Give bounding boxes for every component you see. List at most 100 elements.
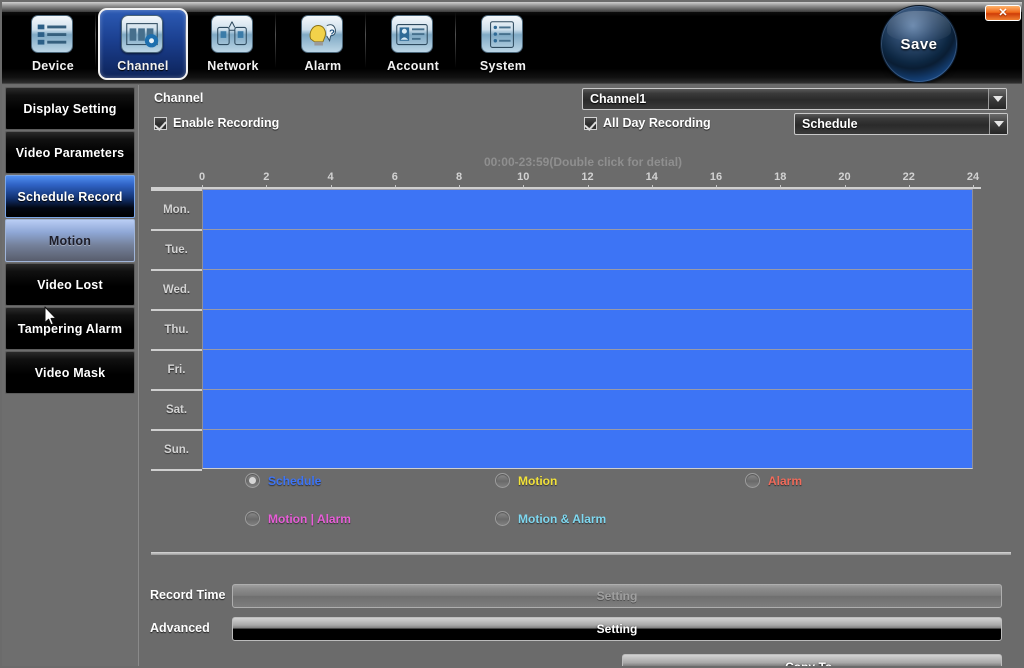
schedule-day-label: Sat. <box>151 389 202 429</box>
schedule-block[interactable] <box>203 270 972 309</box>
radio-icon[interactable] <box>745 473 760 488</box>
sidebar-item-label: Schedule Record <box>17 189 123 204</box>
copy-to-button[interactable]: Copy To.. <box>622 654 1002 668</box>
close-button[interactable]: ✕ <box>985 5 1021 21</box>
tab-network[interactable]: Network <box>188 8 278 80</box>
legend-radio-motion-alarm[interactable]: Motion & Alarm <box>495 511 606 526</box>
schedule-block[interactable] <box>203 230 972 269</box>
ruler-tick-label: 0 <box>198 171 206 183</box>
advanced-setting-label: Setting <box>596 622 638 636</box>
top-toolbar: Device Channel Network? Alarm Account System … <box>2 2 1022 84</box>
advanced-label: Advanced <box>150 621 210 635</box>
ruler-tick-label: 20 <box>838 171 851 183</box>
sidebar-item-tampering-alarm[interactable]: Tampering Alarm <box>5 307 135 350</box>
checkbox-icon[interactable] <box>584 116 597 130</box>
device-list-icon <box>31 15 75 55</box>
ruler-tick-label: 16 <box>709 171 723 183</box>
schedule-day-label: Sun. <box>151 429 202 469</box>
channel-select[interactable]: Channel1 <box>582 88 1007 110</box>
system-list-icon <box>481 15 525 55</box>
schedule-day-track[interactable] <box>202 389 973 429</box>
legend-radio-motion[interactable]: Motion <box>495 473 557 488</box>
all-day-recording-checkbox[interactable]: All Day Recording <box>584 116 711 130</box>
advanced-setting-button[interactable]: Setting <box>232 617 1002 641</box>
sidebar-item-schedule-record[interactable]: Schedule Record <box>5 175 135 218</box>
save-button[interactable]: Save <box>880 5 958 83</box>
schedule-block[interactable] <box>203 350 972 389</box>
legend-radio-schedule[interactable]: Schedule <box>245 473 321 488</box>
schedule-day-track[interactable] <box>202 309 973 349</box>
tab-device[interactable]: Device <box>8 8 98 80</box>
record-time-setting-button[interactable]: Setting <box>232 584 1002 608</box>
schedule-day-track[interactable] <box>202 349 973 389</box>
tab-label: Device <box>31 59 75 73</box>
ruler-tick-label: 22 <box>902 171 915 183</box>
schedule-row: Thu. <box>151 309 981 349</box>
dvr-config-window: Device Channel Network? Alarm Account System … <box>0 0 1024 668</box>
legend-row: Schedule Motion Alarm <box>245 473 945 511</box>
schedule-block[interactable] <box>203 190 972 229</box>
schedule-row: Wed. <box>151 269 981 309</box>
schedule-row: Mon. <box>151 189 981 229</box>
schedule-block[interactable] <box>203 310 972 349</box>
schedule-grid[interactable]: 0 2 4 6 8 10 12 14 16 18 20 22 24 Mon. Tue. Wed. Thu. Fr… <box>151 171 981 471</box>
legend-radio-alarm[interactable]: Alarm <box>745 473 802 488</box>
legend-radio-label: Alarm <box>768 473 803 488</box>
schedule-day-label: Mon. <box>151 189 202 229</box>
sidebar-item-video-mask[interactable]: Video Mask <box>5 351 135 394</box>
tab-label: Network <box>207 59 259 73</box>
schedule-block[interactable] <box>203 430 972 468</box>
ruler-tick-label: 14 <box>645 171 658 183</box>
schedule-day-label: Fri. <box>151 349 202 389</box>
channel-grid-icon <box>121 15 165 55</box>
copy-to-label: Copy To.. <box>785 660 839 668</box>
schedule-day-track[interactable] <box>202 229 973 269</box>
legend-radio-label: Motion & Alarm <box>518 511 607 526</box>
schedule-row: Tue. <box>151 229 981 269</box>
schedule-day-track[interactable] <box>202 429 973 469</box>
sidebar-item-motion[interactable]: Motion <box>5 219 135 262</box>
schedule-day-track[interactable] <box>202 189 973 229</box>
radio-icon[interactable] <box>495 473 510 488</box>
schedule-day-label: Thu. <box>151 309 202 349</box>
schedule-day-label: Wed. <box>151 269 202 309</box>
radio-icon[interactable] <box>245 473 260 488</box>
tab-label: System <box>479 59 527 73</box>
record-time-setting-label: Setting <box>596 589 638 603</box>
tab-channel[interactable]: Channel <box>98 8 188 80</box>
schedule-day-track[interactable] <box>202 269 973 309</box>
schedule-block[interactable] <box>203 390 972 429</box>
close-icon: ✕ <box>998 6 1008 19</box>
legend-radio-label: Motion | Alarm <box>268 511 351 526</box>
checkbox-icon[interactable] <box>154 116 167 130</box>
sidebar-item-label: Video Lost <box>37 277 103 292</box>
ruler-tick-label: 12 <box>581 171 594 183</box>
tab-separator <box>365 12 366 68</box>
main-tab-strip: Device Channel Network ? Alarm Account System <box>8 8 548 80</box>
radio-icon[interactable] <box>245 511 260 526</box>
record-type-select[interactable]: Schedule <box>794 113 1008 135</box>
radio-icon[interactable] <box>495 511 510 526</box>
tab-separator <box>275 12 276 68</box>
chevron-down-icon[interactable] <box>989 114 1007 134</box>
sidebar-item-video-parameters[interactable]: Video Parameters <box>5 131 135 174</box>
record-time-label: Record Time <box>150 588 226 602</box>
tab-system[interactable]: System <box>458 8 548 80</box>
sidebar-item-video-lost[interactable]: Video Lost <box>5 263 135 306</box>
chevron-down-icon[interactable] <box>988 89 1006 109</box>
tab-alarm[interactable]: ? Alarm <box>278 8 368 80</box>
tab-account[interactable]: Account <box>368 8 458 80</box>
time-axis-ruler: 0 2 4 6 8 10 12 14 16 18 20 22 24 <box>151 171 981 189</box>
schedule-row: Fri. <box>151 349 981 389</box>
sidebar-item-label: Video Parameters <box>15 145 125 160</box>
record-type-legend: Schedule Motion Alarm Motion | Alarm Motion… <box>245 473 945 549</box>
legend-radio-motion-alarm[interactable]: Motion | Alarm <box>245 511 351 526</box>
enable-recording-checkbox[interactable]: Enable Recording <box>154 116 279 130</box>
channel-select-value: Channel1 <box>590 92 647 106</box>
sidebar-item-label: Motion <box>48 233 92 248</box>
sidebar-item-display-setting[interactable]: Display Setting <box>5 87 135 130</box>
tab-separator <box>455 12 456 68</box>
alarm-bulb-icon: ? <box>301 15 345 55</box>
ruler-tick-label: 2 <box>263 171 270 183</box>
sidebar-item-label: Tampering Alarm <box>17 321 123 336</box>
